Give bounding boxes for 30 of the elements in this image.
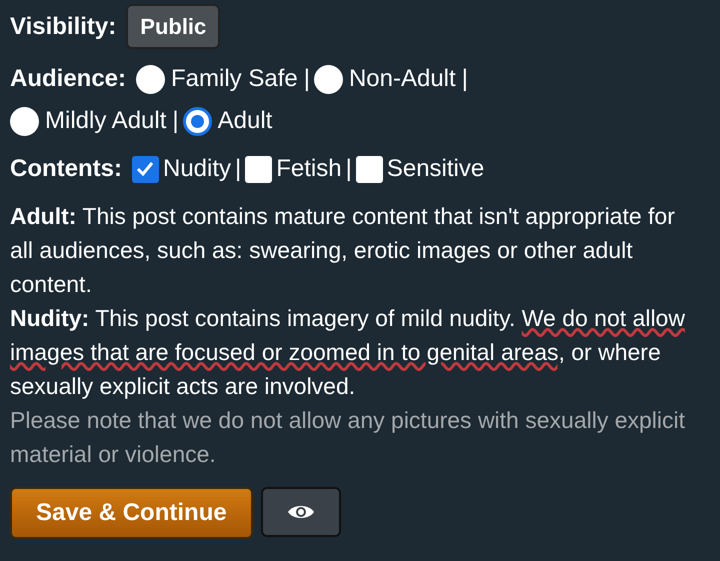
eye-icon — [286, 503, 315, 521]
separator: | — [304, 64, 310, 94]
checkbox-label: Sensitive — [386, 154, 484, 184]
checkbox-label: Nudity — [162, 154, 232, 184]
radio-button[interactable] — [136, 64, 166, 94]
checkbox[interactable] — [245, 156, 272, 182]
radio-button[interactable] — [182, 106, 212, 136]
visibility-label: Visibility: — [10, 12, 116, 42]
separator: | — [172, 106, 179, 136]
disclaimer-text: Please note that we do not allow any pictures with sexually explicit material or violence. — [10, 406, 686, 469]
checkbox[interactable] — [356, 156, 383, 182]
checkbox[interactable] — [132, 156, 159, 182]
radio-label: Non-Adult — [348, 64, 456, 94]
separator: | — [462, 64, 468, 94]
separator: | — [235, 154, 242, 184]
preview-button[interactable] — [260, 487, 341, 537]
checkmark-icon — [135, 159, 156, 179]
note-paragraph: Nudity: This post contains imagery of mild nudity. We do not allow images that are focused or zoomed in to genital areas, or where sexually explicit acts are involved. — [10, 304, 686, 401]
radio-label: Mildly Adult — [45, 106, 166, 136]
radio-label: Family Safe — [171, 64, 298, 94]
save-continue-button[interactable]: Save & Continue — [10, 487, 253, 539]
radio-button[interactable] — [10, 106, 39, 136]
note-paragraph: Adult: This post contains mature content that isn't appropriate for all audiences, such as: swearing, erotic images or other adult content. — [10, 202, 676, 299]
radio-button[interactable] — [314, 64, 343, 94]
contents-label: Contents: — [10, 154, 122, 184]
audience-label: Audience: — [10, 64, 126, 94]
checkbox-label: Fetish — [276, 154, 342, 184]
separator: | — [346, 154, 352, 184]
visibility-button[interactable]: Public — [126, 4, 220, 49]
radio-label: Adult — [218, 106, 272, 136]
